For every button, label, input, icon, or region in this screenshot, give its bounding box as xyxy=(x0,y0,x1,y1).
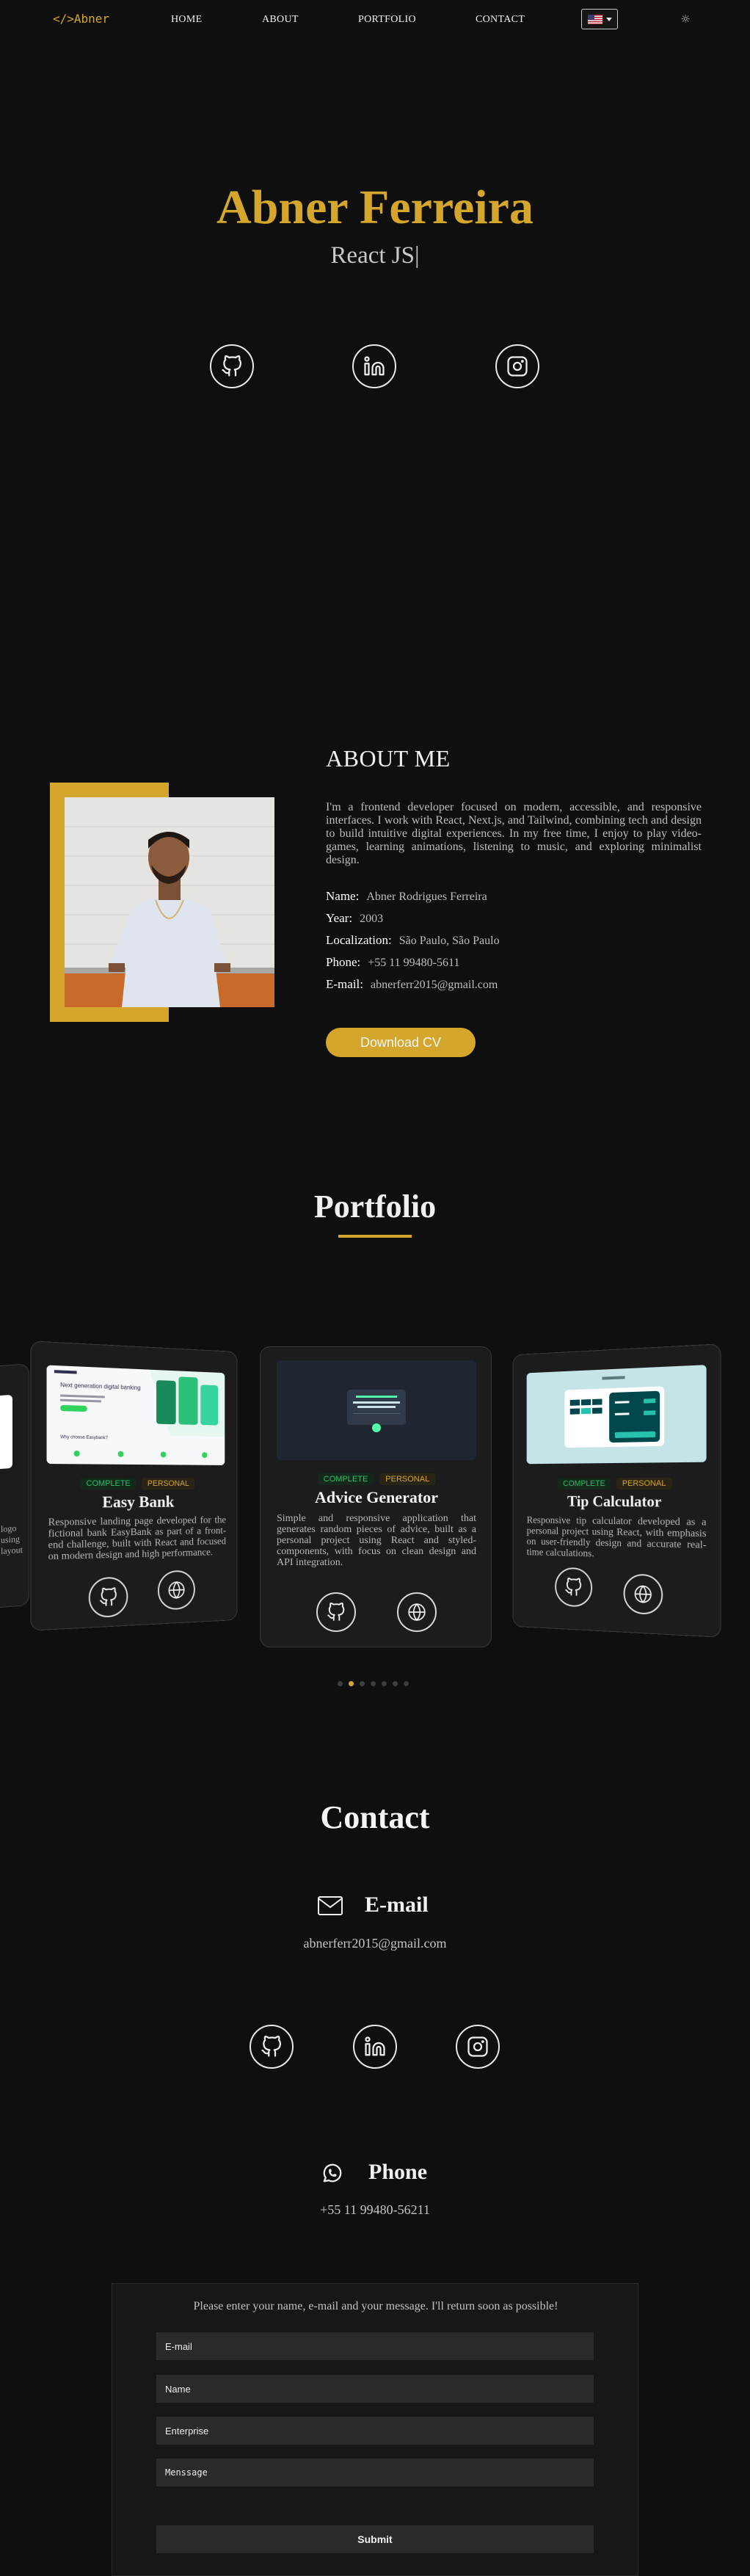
card-tags: COMPLETE PERSONAL xyxy=(32,1477,239,1490)
status-badge-complete: COMPLETE xyxy=(80,1477,136,1490)
status-badge-complete: COMPLETE xyxy=(557,1478,611,1490)
status-badge-personal: PERSONAL xyxy=(616,1477,672,1490)
contact-phone-value: +55 11 99480-56211 xyxy=(320,2202,430,2217)
download-cv-button[interactable]: Download CV xyxy=(326,1028,476,1057)
instagram-icon xyxy=(467,2036,488,2057)
hero-name: Abner Ferreira xyxy=(216,181,534,234)
mail-icon xyxy=(318,1896,343,1915)
globe-icon xyxy=(167,1581,185,1600)
globe-icon xyxy=(408,1603,426,1622)
carousel-dot[interactable] xyxy=(338,1681,343,1686)
email-field[interactable] xyxy=(156,2332,594,2360)
card-description: Responsive landing page developed for th… xyxy=(48,1514,227,1563)
carousel-dot[interactable] xyxy=(360,1681,365,1686)
status-badge-complete: COMPLETE xyxy=(317,1473,374,1485)
linkedin-icon xyxy=(364,356,385,376)
message-field[interactable] xyxy=(156,2459,594,2486)
contact-github-link[interactable] xyxy=(250,2025,294,2069)
sun-icon[interactable]: ☼ xyxy=(679,12,692,26)
us-flag-icon xyxy=(587,14,602,24)
carousel-pagination xyxy=(338,1681,409,1686)
hero-instagram-link[interactable] xyxy=(495,344,539,388)
phone-heading: Phone xyxy=(368,2160,428,2184)
top-navbar: </>Abner HOME ABOUT PORTFOLIO CONTACT ☼ xyxy=(0,0,750,41)
language-selector[interactable] xyxy=(581,9,618,29)
profile-photo xyxy=(65,797,274,1007)
project-screenshot xyxy=(526,1365,707,1465)
about-heading: ABOUT ME xyxy=(326,745,451,772)
contact-heading: Contact xyxy=(320,1799,430,1835)
whatsapp-icon xyxy=(323,2163,342,2183)
linkedin-icon xyxy=(365,2036,385,2056)
github-icon xyxy=(261,2036,281,2057)
info-row-email: E-mail: abnerferr2015@gmail.com xyxy=(326,977,498,991)
card-description: Responsive tip calculator developed as a… xyxy=(526,1514,707,1560)
card-website-button[interactable] xyxy=(623,1573,663,1616)
contact-linkedin-link[interactable] xyxy=(353,2025,397,2069)
portfolio-heading: Portfolio xyxy=(313,1189,437,1224)
carousel-dot-active[interactable] xyxy=(349,1681,354,1686)
github-icon xyxy=(327,1603,345,1621)
github-icon xyxy=(222,355,241,377)
carousel-dot[interactable] xyxy=(371,1681,376,1686)
instagram-icon xyxy=(507,356,528,377)
nav-link-contact[interactable]: CONTACT xyxy=(476,14,525,26)
card-github-button[interactable] xyxy=(316,1592,356,1632)
project-screenshot: Next generation digital banking Why choo… xyxy=(46,1365,225,1465)
portfolio-underline xyxy=(338,1235,412,1238)
contact-instagram-link[interactable] xyxy=(456,2025,500,2069)
github-icon xyxy=(99,1587,118,1607)
card-tags: COMPLETE PERSONAL xyxy=(261,1473,492,1485)
site-logo[interactable]: </>Abner xyxy=(53,12,109,26)
project-card-partial[interactable]: logo using layout xyxy=(0,1363,29,1610)
enterprise-field[interactable] xyxy=(156,2417,594,2445)
card-tags: COMPLETE PERSONAL xyxy=(514,1477,722,1490)
about-paragraph: I'm a frontend developer focused on mode… xyxy=(326,801,702,866)
name-field[interactable] xyxy=(156,2375,594,2403)
info-row-localization: Localization: São Paulo, São Paulo xyxy=(326,933,500,947)
project-screenshot xyxy=(277,1360,476,1460)
card-title: Advice Generator xyxy=(315,1488,438,1506)
card-website-button[interactable] xyxy=(397,1592,437,1632)
card-github-button[interactable] xyxy=(555,1567,593,1608)
hero-github-link[interactable] xyxy=(210,344,254,388)
project-card-advice-generator[interactable]: COMPLETE PERSONAL Advice Generator Simpl… xyxy=(260,1346,492,1647)
email-heading: E-mail xyxy=(365,1893,429,1917)
github-icon xyxy=(564,1578,582,1597)
status-badge-personal: PERSONAL xyxy=(142,1478,195,1490)
caret-down-icon xyxy=(605,17,612,21)
card-title: Easy Bank xyxy=(102,1492,175,1512)
nav-link-about[interactable]: ABOUT xyxy=(262,14,299,26)
contact-form: Please enter your name, e-mail and your … xyxy=(112,2283,638,2576)
status-badge-personal: PERSONAL xyxy=(379,1473,436,1485)
info-row-year: Year: 2003 xyxy=(326,911,384,925)
carousel-dot[interactable] xyxy=(382,1681,387,1686)
card-partial-text: logo using layout xyxy=(1,1523,23,1556)
project-card-tip-calculator[interactable]: COMPLETE PERSONAL Tip Calculator Respons… xyxy=(512,1343,722,1638)
contact-email-value[interactable]: abnerferr2015@gmail.com xyxy=(0,1936,750,1951)
card-title: Tip Calculator xyxy=(567,1492,662,1511)
easybank-shot-subheading: Why choose Easybank? xyxy=(60,1435,108,1440)
globe-icon xyxy=(633,1584,652,1604)
form-instructions: Please enter your name, e-mail and your … xyxy=(193,2300,558,2312)
carousel-dot[interactable] xyxy=(393,1681,398,1686)
project-screenshot xyxy=(0,1394,12,1470)
nav-link-home[interactable]: HOME xyxy=(171,14,202,26)
card-description: Simple and responsive application that g… xyxy=(277,1513,476,1568)
hero-role-typing: React JS| xyxy=(330,242,420,269)
project-card-easybank[interactable]: Next generation digital banking Why choo… xyxy=(30,1340,239,1631)
info-row-phone: Phone: +55 11 99480-5611 xyxy=(326,955,460,969)
carousel-dot[interactable] xyxy=(404,1681,409,1686)
card-website-button[interactable] xyxy=(157,1570,195,1611)
nav-link-portfolio[interactable]: PORTFOLIO xyxy=(358,14,416,26)
card-github-button[interactable] xyxy=(88,1576,128,1619)
submit-button[interactable]: Submit xyxy=(156,2525,594,2553)
hero-linkedin-link[interactable] xyxy=(352,344,396,388)
info-row-name: Name: Abner Rodrigues Ferreira xyxy=(326,889,487,903)
